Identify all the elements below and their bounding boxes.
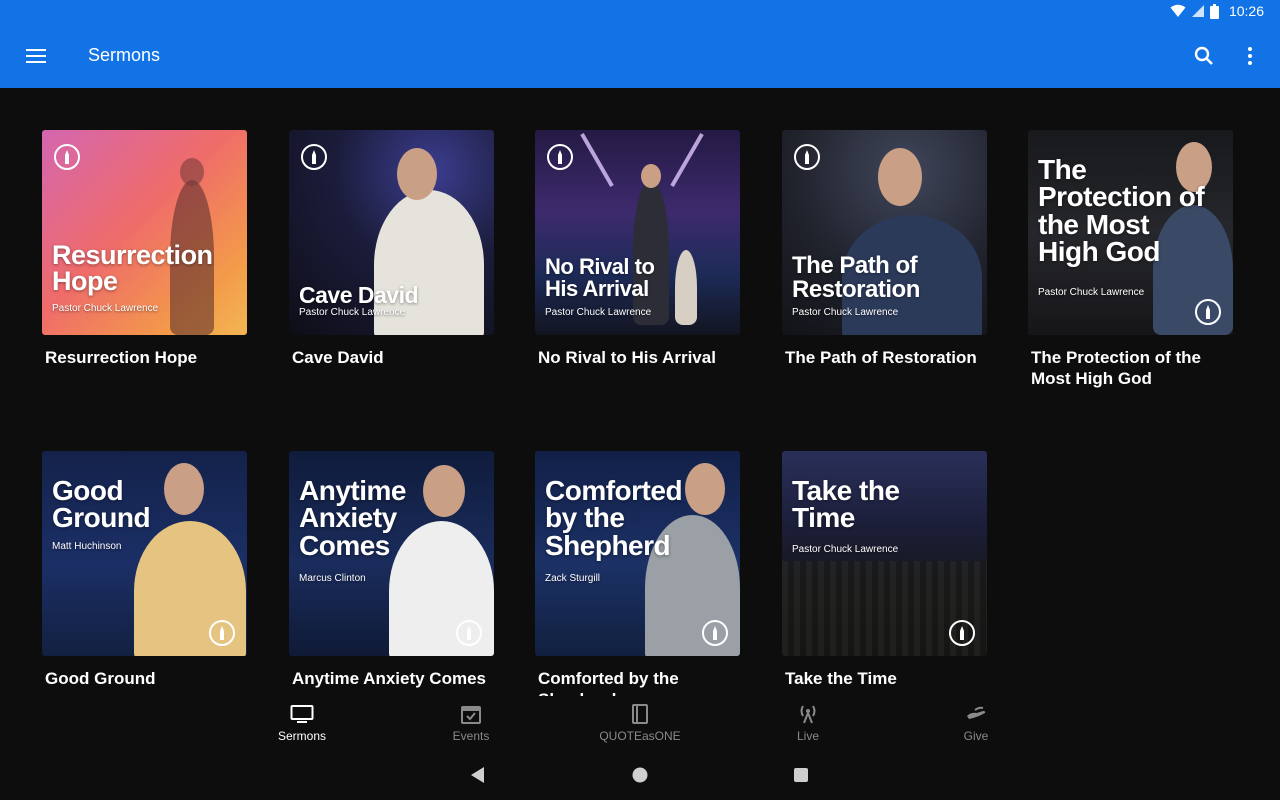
thumbnail-speaker: Pastor Chuck Lawrence <box>1038 287 1145 298</box>
church-logo-icon <box>456 620 482 646</box>
status-icons: 10:26 <box>1170 3 1264 19</box>
recents-icon <box>794 768 808 782</box>
broadcast-icon <box>800 705 816 724</box>
church-logo-icon <box>301 144 327 170</box>
system-navigation-bar <box>0 752 1280 800</box>
thumbnail-title: Anytime Anxiety Comes <box>299 475 406 561</box>
tv-icon <box>290 705 314 723</box>
nav-quoteasone[interactable]: QUOTEasONE <box>590 704 690 743</box>
sermon-thumbnail: No Rival to His Arrival Pastor Chuck Law… <box>535 130 740 335</box>
thumbnail-title: Take the Time <box>792 475 900 534</box>
status-time: 10:26 <box>1228 3 1264 19</box>
sermon-card[interactable]: The Protection of the Most High God Past… <box>1028 130 1233 389</box>
church-logo-icon <box>547 144 573 170</box>
page-title: Sermons <box>88 45 161 65</box>
nav-label: QUOTEasONE <box>599 729 681 743</box>
sermon-thumbnail: Cave David Pastor Chuck Lawrence <box>289 130 494 335</box>
status-bar: 10:26 <box>0 0 1280 24</box>
home-icon <box>632 767 648 783</box>
sermon-thumbnail: Resurrection Hope Pastor Chuck Lawrence <box>42 130 247 335</box>
bottom-navigation: Sermons Events QUOTEasONE Live Give <box>0 696 1280 752</box>
church-logo-icon <box>794 144 820 170</box>
sermon-card[interactable]: No Rival to His Arrival Pastor Chuck Law… <box>535 130 740 368</box>
sermon-title: The Protection of the Most High God <box>1031 348 1201 388</box>
app-bar: Sermons <box>0 24 1280 88</box>
nav-label: Sermons <box>277 729 327 743</box>
sermon-thumbnail: Good Ground Matt Huchinson <box>42 451 247 656</box>
thumbnail-title: The Protection of the Most High God <box>1038 154 1205 268</box>
sermon-thumbnail: Anytime Anxiety Comes Marcus Clinton <box>289 451 494 656</box>
sermon-card[interactable]: Anytime Anxiety Comes Marcus Clinton Any… <box>289 451 494 689</box>
nav-live[interactable]: Live <box>758 704 858 743</box>
thumbnail-speaker: Pastor Chuck Lawrence <box>545 307 652 318</box>
thumbnail-speaker: Pastor Chuck Lawrence <box>792 544 899 555</box>
church-logo-icon <box>1195 299 1221 325</box>
hamburger-icon <box>26 49 46 63</box>
thumbnail-title: The Path of Restoration <box>792 252 920 303</box>
sermon-thumbnail: The Protection of the Most High God Past… <box>1028 130 1233 335</box>
sermon-thumbnail: Take the Time Pastor Chuck Lawrence <box>782 451 987 656</box>
sermon-card[interactable]: Comforted by the Shepherd Zack Sturgill … <box>535 451 740 710</box>
search-button[interactable] <box>1188 40 1220 72</box>
thumbnail-speaker: Pastor Chuck Lawrence <box>792 307 899 318</box>
home-button[interactable] <box>631 766 649 789</box>
hand-icon <box>967 706 986 719</box>
church-logo-icon <box>209 620 235 646</box>
signal-icon <box>1191 5 1204 17</box>
sermon-title: No Rival to His Arrival <box>538 348 716 367</box>
book-icon <box>632 704 648 724</box>
more-vert-icon <box>1248 47 1252 65</box>
sermon-card[interactable]: Cave David Pastor Chuck Lawrence Cave Da… <box>289 130 494 368</box>
sermon-thumbnail: Comforted by the Shepherd Zack Sturgill <box>535 451 740 656</box>
sermon-title: Take the Time <box>785 669 897 688</box>
sermon-title: Anytime Anxiety Comes <box>292 669 486 688</box>
sermon-title: Good Ground <box>45 669 156 688</box>
nav-label: Live <box>796 729 819 743</box>
sermon-card[interactable]: Good Ground Matt Huchinson Good Ground <box>42 451 247 689</box>
thumbnail-title: Comforted by the Shepherd <box>545 475 683 561</box>
thumbnail-speaker: Zack Sturgill <box>545 573 601 584</box>
thumbnail-title: Good Ground <box>52 475 151 534</box>
more-options-button[interactable] <box>1234 40 1266 72</box>
thumbnail-title: No Rival to His Arrival <box>545 254 655 301</box>
sermon-card[interactable]: Resurrection Hope Pastor Chuck Lawrence … <box>42 130 247 368</box>
sermon-card[interactable]: Take the Time Pastor Chuck Lawrence Take… <box>782 451 987 689</box>
sermon-title: Resurrection Hope <box>45 348 198 367</box>
church-logo-icon <box>54 144 80 170</box>
thumbnail-speaker: Pastor Chuck Lawrence <box>299 307 406 318</box>
nav-label: Give <box>963 729 989 743</box>
thumbnail-title: Cave David <box>299 282 419 308</box>
sermon-title: The Path of Restoration <box>785 348 977 367</box>
battery-icon <box>1209 3 1219 19</box>
thumbnail-title: Resurrection Hope <box>52 240 213 297</box>
wifi-icon <box>1170 4 1186 17</box>
nav-sermons[interactable]: Sermons <box>252 704 352 743</box>
recents-button[interactable] <box>793 766 809 789</box>
church-logo-icon <box>949 620 975 646</box>
search-icon <box>1194 46 1213 65</box>
thumbnail-speaker: Marcus Clinton <box>299 573 366 584</box>
nav-events[interactable]: Events <box>421 704 521 743</box>
thumbnail-speaker: Matt Huchinson <box>52 541 122 552</box>
thumbnail-speaker: Pastor Chuck Lawrence <box>52 303 159 314</box>
back-button[interactable] <box>470 766 486 789</box>
sermon-title: Cave David <box>292 348 384 367</box>
calendar-icon <box>461 706 481 724</box>
menu-button[interactable] <box>20 40 52 72</box>
back-icon <box>471 767 484 783</box>
nav-label: Events <box>452 729 490 743</box>
nav-give[interactable]: Give <box>926 704 1026 743</box>
sermon-thumbnail: The Path of Restoration Pastor Chuck Law… <box>782 130 987 335</box>
sermon-card[interactable]: The Path of Restoration Pastor Chuck Law… <box>782 130 987 368</box>
church-logo-icon <box>702 620 728 646</box>
